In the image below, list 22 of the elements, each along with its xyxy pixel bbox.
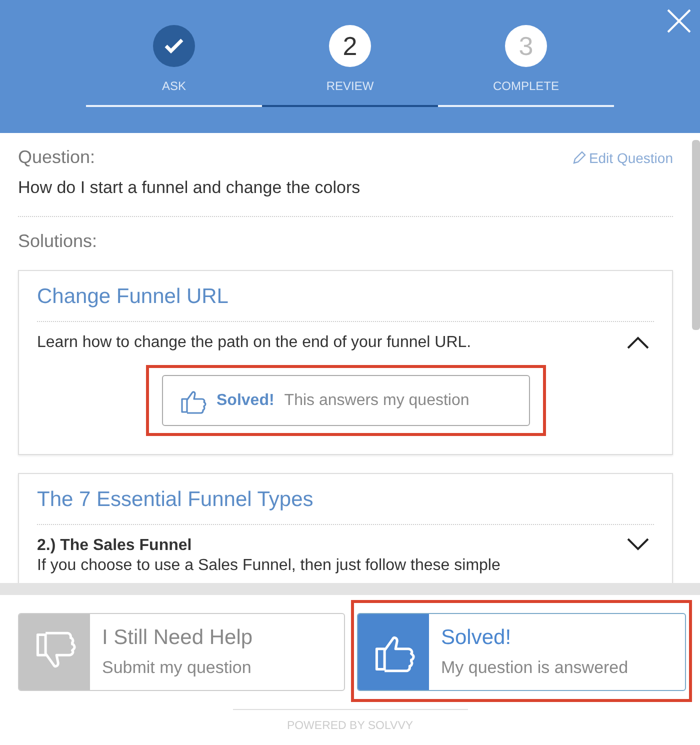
- solved-button[interactable]: Solved! My question is answered: [357, 613, 686, 691]
- step-number: 2: [342, 30, 358, 62]
- solutions-label: Solutions:: [18, 231, 98, 251]
- chevron-down-icon[interactable]: [626, 537, 650, 551]
- pencil-icon: [572, 150, 586, 164]
- step-label: REVIEW: [326, 79, 374, 93]
- solution-summary: If you choose to use a Sales Funnel, then just follow these simple: [37, 557, 500, 575]
- chevron-up-icon[interactable]: [626, 336, 650, 350]
- scrollbar[interactable]: [692, 140, 700, 330]
- solution-summary: Learn how to change the path on the end of your funnel URL.: [37, 334, 472, 352]
- question-label: Question:: [18, 147, 96, 168]
- solution-heading: 2.) The Sales Funnel: [37, 537, 193, 555]
- solution-title[interactable]: Change Funnel URL: [37, 285, 654, 309]
- step-label: ASK: [162, 79, 186, 93]
- need-help-button[interactable]: I Still Need Help Submit my question: [18, 613, 345, 691]
- step-number: 3: [518, 30, 534, 62]
- solution-title[interactable]: The 7 Essential Funnel Types: [37, 488, 654, 512]
- close-icon[interactable]: [666, 8, 692, 34]
- question-text: How do I start a funnel and change the colors: [18, 178, 362, 198]
- solved-button[interactable]: Solved! This answers my question: [162, 375, 530, 426]
- step-label: COMPLETE: [492, 79, 559, 93]
- edit-question-link[interactable]: Edit Question: [572, 150, 673, 166]
